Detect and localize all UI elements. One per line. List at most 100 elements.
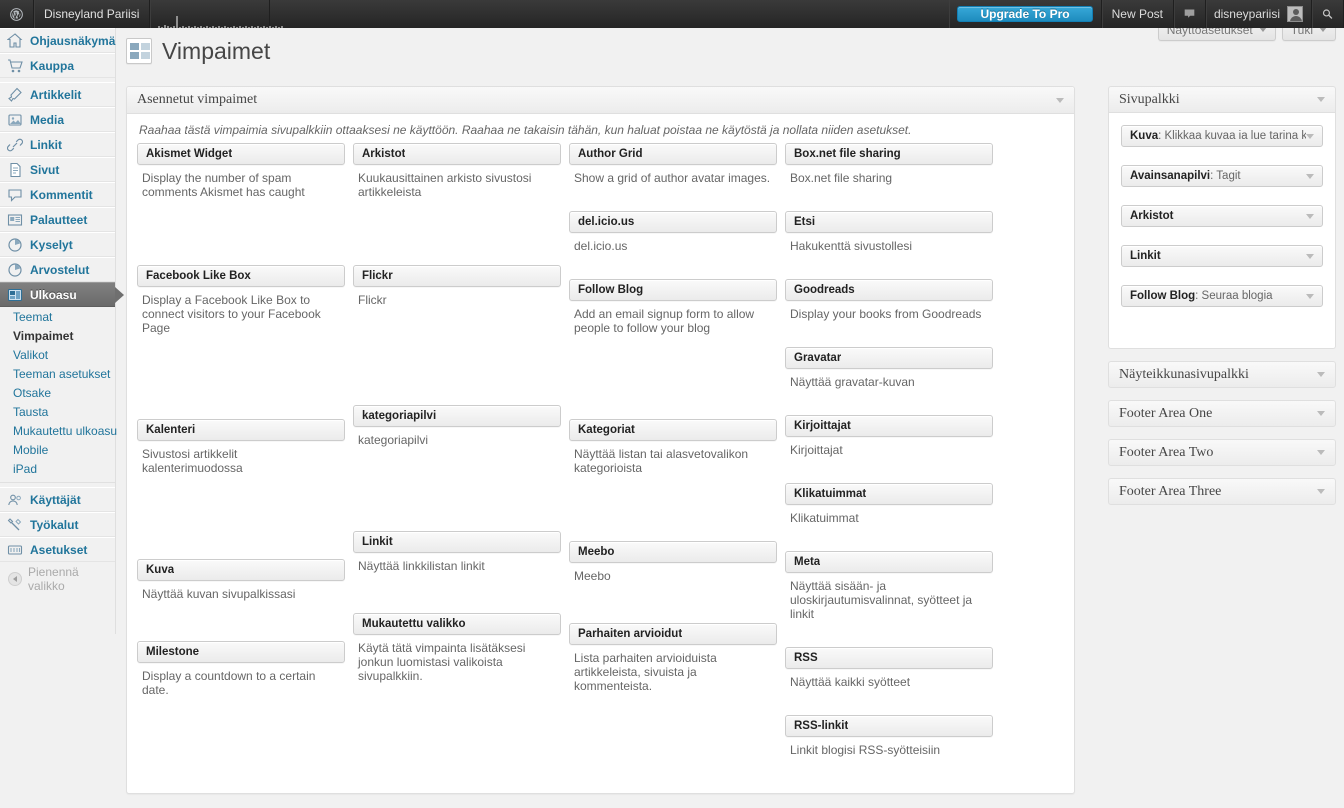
available-widget[interactable]: Meebo Meebo	[569, 541, 777, 613]
submenu-item-valikot[interactable]: Valikot	[0, 346, 115, 365]
widget-handle[interactable]: Arkistot	[353, 143, 561, 165]
widget-handle[interactable]: Etsi	[785, 211, 993, 233]
comment-bubble-icon[interactable]	[1174, 0, 1206, 28]
widget-area-header[interactable]: Näyteikkunasivupalkki	[1108, 361, 1336, 388]
assigned-widget[interactable]: Follow Blog: Seuraa blogia	[1121, 285, 1323, 307]
widget-handle[interactable]: Mukautettu valikko	[353, 613, 561, 635]
available-widget[interactable]: Goodreads Display your books from Goodrea…	[785, 279, 993, 337]
chevron-down-icon[interactable]	[1317, 372, 1325, 377]
submenu-item-ipad[interactable]: iPad	[0, 460, 115, 479]
chevron-down-icon[interactable]	[1056, 97, 1064, 103]
sidebar-item-artikkelit[interactable]: Artikkelit	[0, 82, 115, 107]
widget-handle[interactable]: Meta	[785, 551, 993, 573]
submenu-item-teemat[interactable]: Teemat	[0, 308, 115, 327]
available-widget[interactable]: Klikatuimmat Klikatuimmat	[785, 483, 993, 541]
wordpress-logo-icon[interactable]	[0, 0, 34, 28]
available-widget[interactable]: Gravatar Näyttää gravatar-kuvan	[785, 347, 993, 405]
sidebar-item-linkit[interactable]: Linkit	[0, 132, 115, 157]
new-post-button[interactable]: New Post	[1102, 0, 1174, 28]
submenu-item-teeman-asetukset[interactable]: Teeman asetukset	[0, 365, 115, 384]
available-widget[interactable]: Facebook Like Box Display a Facebook Like…	[137, 265, 345, 409]
available-widget[interactable]: Meta Näyttää sisään- ja uloskirjautumisva…	[785, 551, 993, 637]
chevron-down-icon[interactable]	[1317, 489, 1325, 494]
available-widget[interactable]: Kirjoittajat Kirjoittajat	[785, 415, 993, 473]
submenu-item-mukautettu-ulkoasu[interactable]: Mukautettu ulkoasu	[0, 422, 117, 441]
sidebar-item-palautteet[interactable]: Palautteet	[0, 207, 115, 232]
sidebar-item-sivut[interactable]: Sivut	[0, 157, 115, 182]
chevron-down-icon[interactable]	[1306, 133, 1314, 139]
chevron-down-icon[interactable]	[1317, 450, 1325, 455]
chevron-down-icon[interactable]	[1306, 253, 1314, 259]
widget-handle[interactable]: Flickr	[353, 265, 561, 287]
widget-handle[interactable]: del.icio.us	[569, 211, 777, 233]
available-widget[interactable]: Akismet Widget Display the number of spam…	[137, 143, 345, 255]
widget-area-header[interactable]: Footer Area Two	[1108, 439, 1336, 466]
available-widget[interactable]: Kuva Näyttää kuvan sivupalkissasi	[137, 559, 345, 631]
sidebar-item-kauppa[interactable]: Kauppa	[0, 53, 115, 78]
submenu-item-vimpaimet[interactable]: Vimpaimet	[0, 327, 115, 346]
chevron-down-icon[interactable]	[1317, 97, 1325, 102]
widget-handle[interactable]: RSS-linkit	[785, 715, 993, 737]
widget-handle[interactable]: Kuva	[137, 559, 345, 581]
assigned-widget[interactable]: Linkit	[1121, 245, 1323, 267]
available-widget[interactable]: Mukautettu valikko Käytä tätä vimpainta l…	[353, 613, 561, 699]
sidebar-item-ohjausn-kym[interactable]: Ohjausnäkymä	[0, 28, 115, 53]
available-widget[interactable]: Arkistot Kuukausittainen arkisto sivustos…	[353, 143, 561, 255]
widget-handle[interactable]: RSS	[785, 647, 993, 669]
sidebar-item-arvostelut[interactable]: Arvostelut	[0, 257, 115, 282]
chevron-down-icon[interactable]	[1306, 293, 1314, 299]
collapse-menu-button[interactable]: Pienennä valikko	[0, 565, 115, 593]
submenu-item-mobile[interactable]: Mobile	[0, 441, 115, 460]
available-widget[interactable]: Parhaiten arvioidut Lista parhaiten arvio…	[569, 623, 777, 709]
widget-handle[interactable]: Goodreads	[785, 279, 993, 301]
available-widget[interactable]: Flickr Flickr	[353, 265, 561, 395]
widget-handle[interactable]: Kirjoittajat	[785, 415, 993, 437]
widget-area-header[interactable]: Footer Area One	[1108, 400, 1336, 427]
widget-handle[interactable]: Kategoriat	[569, 419, 777, 441]
sidebar-item-ulkoasu[interactable]: Ulkoasu	[0, 282, 124, 307]
available-widget[interactable]: kategoriapilvi kategoriapilvi	[353, 405, 561, 521]
widget-handle[interactable]: Meebo	[569, 541, 777, 563]
chevron-down-icon[interactable]	[1317, 411, 1325, 416]
available-widget[interactable]: Box.net file sharing Box.net file sharing	[785, 143, 993, 201]
chevron-down-icon[interactable]	[1306, 173, 1314, 179]
available-widget[interactable]: Milestone Display a countdown to a certai…	[137, 641, 345, 713]
assigned-widget[interactable]: Arkistot	[1121, 205, 1323, 227]
chevron-down-icon[interactable]	[1306, 213, 1314, 219]
account-menu[interactable]: disneypariisi	[1206, 0, 1312, 28]
submenu-item-otsake[interactable]: Otsake	[0, 384, 115, 403]
widget-area-body[interactable]: Kuva: Klikkaa kuvaa ia lue tarina k Avain…	[1108, 113, 1336, 349]
widget-handle[interactable]: Follow Blog	[569, 279, 777, 301]
widget-handle[interactable]: Parhaiten arvioidut	[569, 623, 777, 645]
sidebar-item-kommentit[interactable]: Kommentit	[0, 182, 115, 207]
available-widget[interactable]: Kalenteri Sivustosi artikkelit kalenterim…	[137, 419, 345, 549]
widget-handle[interactable]: Gravatar	[785, 347, 993, 369]
search-icon[interactable]	[1312, 0, 1344, 28]
submenu-item-tausta[interactable]: Tausta	[0, 403, 115, 422]
available-widget[interactable]: RSS-linkit Linkit blogisi RSS-syötteisiin	[785, 715, 993, 773]
assigned-widget[interactable]: Avainsanapilvi: Tagit	[1121, 165, 1323, 187]
site-name[interactable]: Disneyland Pariisi	[34, 0, 151, 28]
widget-handle[interactable]: kategoriapilvi	[353, 405, 561, 427]
widget-area-header[interactable]: Sivupalkki	[1108, 86, 1336, 113]
sidebar-item-asetukset[interactable]: Asetukset	[0, 537, 115, 562]
stats-sparkline-icon[interactable]	[150, 0, 284, 28]
widget-handle[interactable]: Box.net file sharing	[785, 143, 993, 165]
sidebar-item-kyselyt[interactable]: Kyselyt	[0, 232, 115, 257]
assigned-widget[interactable]: Kuva: Klikkaa kuvaa ia lue tarina k	[1121, 125, 1323, 147]
sidebar-item-k-ytt-j-t[interactable]: Käyttäjät	[0, 487, 115, 512]
upgrade-to-pro-button[interactable]: Upgrade To Pro	[957, 6, 1093, 22]
widget-handle[interactable]: Milestone	[137, 641, 345, 663]
available-widget[interactable]: del.icio.us del.icio.us	[569, 211, 777, 269]
available-widget[interactable]: Linkit Näyttää linkkilistan linkit	[353, 531, 561, 603]
available-widget[interactable]: Author Grid Show a grid of author avatar …	[569, 143, 777, 201]
widget-area-header[interactable]: Footer Area Three	[1108, 478, 1336, 505]
widget-handle[interactable]: Author Grid	[569, 143, 777, 165]
sidebar-item-media[interactable]: Media	[0, 107, 115, 132]
available-widgets-panel-header[interactable]: Asennetut vimpaimet	[127, 87, 1074, 114]
available-widget[interactable]: Etsi Hakukenttä sivustollesi	[785, 211, 993, 269]
available-widget[interactable]: Kategoriat Näyttää listan tai alasvetoval…	[569, 419, 777, 531]
available-widget[interactable]: RSS Näyttää kaikki syötteet	[785, 647, 993, 705]
widget-handle[interactable]: Linkit	[353, 531, 561, 553]
available-widget[interactable]: Follow Blog Add an email signup form to a…	[569, 279, 777, 409]
